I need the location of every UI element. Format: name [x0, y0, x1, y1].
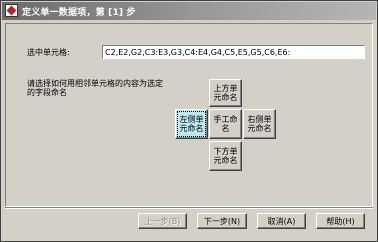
next-button[interactable]: 下一步(N) [197, 213, 247, 229]
window-title: 定义单一数据项，第 [1] 步 [22, 8, 136, 18]
manual-naming-button[interactable]: 手工命名 [209, 109, 242, 139]
cancel-button[interactable]: 取消(A) [257, 213, 306, 229]
help-button[interactable]: 帮助(H) [316, 213, 365, 229]
name-from-left-label: 左侧单元命名 [179, 115, 204, 133]
title-bar: 定义单一数据项，第 [1] 步 [2, 2, 376, 20]
app-icon [5, 4, 18, 17]
prev-button[interactable]: 上一步(B) [138, 213, 187, 229]
naming-prompt: 请选择如何用相邻单元格的内容为选定的字段命名 [27, 79, 163, 97]
manual-naming-label: 手工命名 [213, 115, 238, 133]
name-from-right-button[interactable]: 右侧单元命名 [243, 109, 276, 139]
name-from-bottom-button[interactable]: 下方单元命名 [209, 141, 242, 171]
footer-divider [5, 207, 373, 209]
name-from-top-label: 上方单元命名 [213, 84, 238, 102]
name-from-left-button[interactable]: 左侧单元命名 [175, 109, 208, 139]
name-from-bottom-label: 下方单元命名 [213, 147, 238, 165]
wizard-dialog: 定义单一数据项，第 [1] 步 选中单元格: C2,E2,G2,C3:E3,G3… [0, 0, 378, 242]
name-from-right-label: 右侧单元命名 [247, 115, 272, 133]
selected-cells-label: 选中单元格: [27, 48, 70, 57]
selected-cells-field[interactable]: C2,E2,G2,C3:E3,G3,C4:E4,G4,C5,E5,G5,C6,E… [102, 45, 365, 59]
name-from-top-button[interactable]: 上方单元命名 [209, 79, 242, 107]
